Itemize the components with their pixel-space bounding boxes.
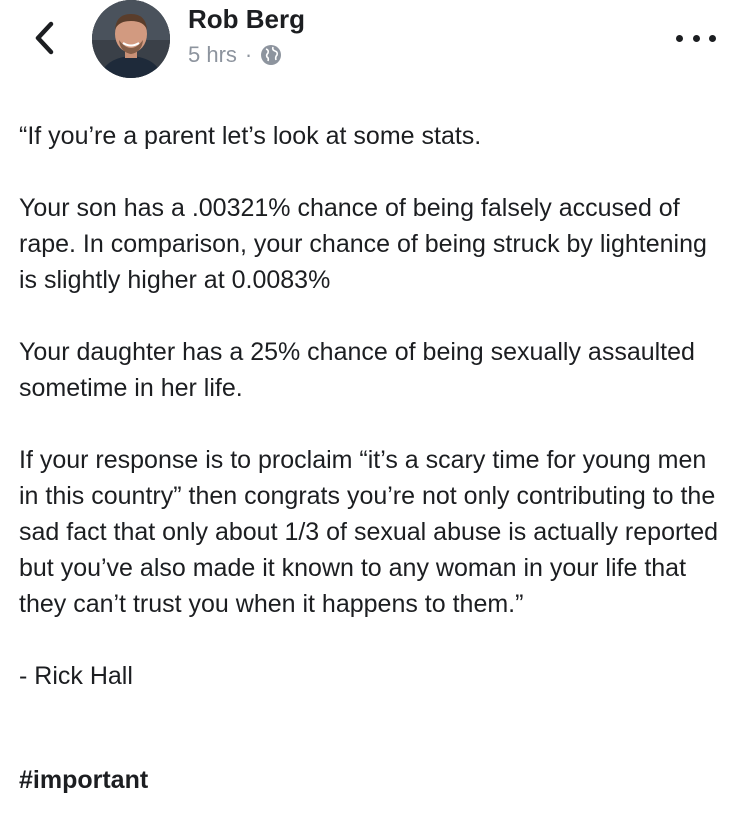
post-paragraph: Your son has a .00321% chance of being f… [19,194,707,294]
post-body: “If you’re a parent let’s look at some s… [19,118,724,730]
chevron-left-icon [35,21,54,55]
post-time[interactable]: 5 hrs [188,42,237,68]
hashtag-link[interactable]: #important [19,766,148,795]
globe-icon [261,45,282,65]
post-paragraph: “If you’re a parent let’s look at some s… [19,122,482,150]
post-attribution: - Rick Hall [19,662,133,690]
post-paragraph: Your daughter has a 25% chance of being … [19,338,695,402]
author-name[interactable]: Rob Berg [188,4,305,35]
post-header: Rob Berg 5 hrs · [0,0,740,90]
post-paragraph: If your response is to proclaim “it’s a … [19,446,719,618]
more-dots-icon [676,34,683,42]
avatar[interactable] [92,0,170,78]
avatar-photo [92,0,170,78]
back-button[interactable] [26,18,62,58]
meta-separator: · [244,42,253,67]
more-options-button[interactable] [676,26,716,50]
post-meta: 5 hrs · [188,42,282,68]
